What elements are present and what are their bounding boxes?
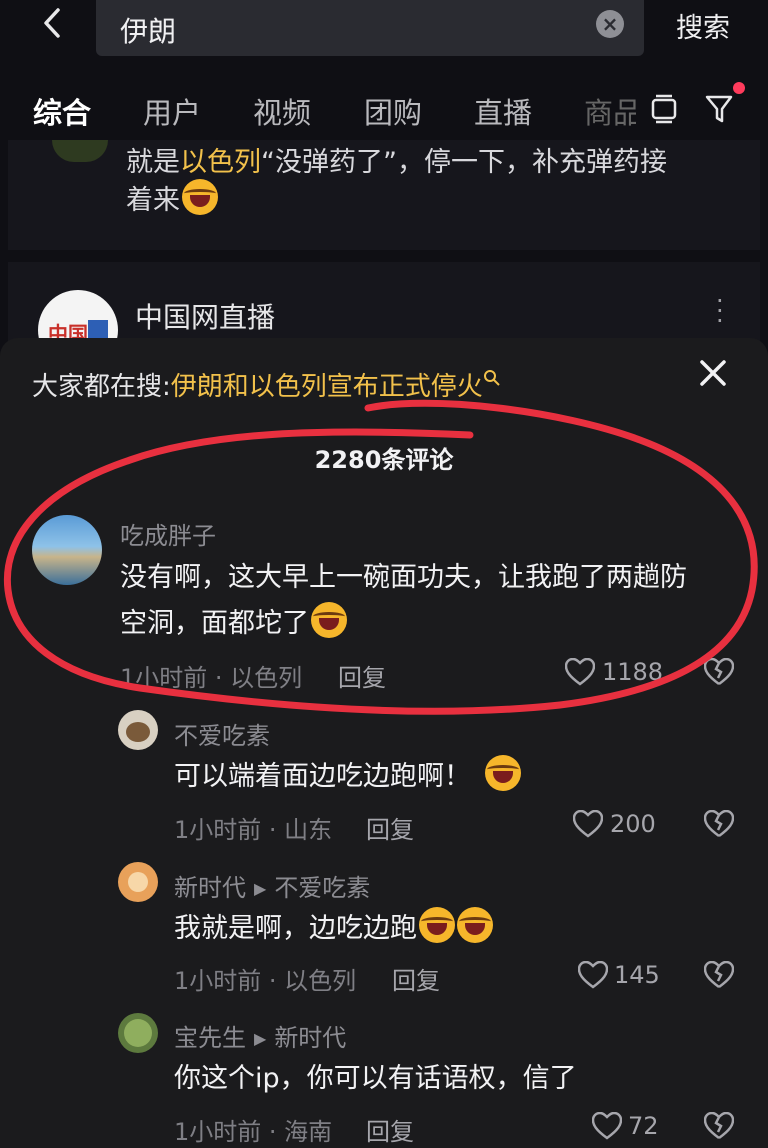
more-options-icon[interactable]: · · ·	[716, 289, 724, 333]
laughing-crying-emoji-icon	[485, 755, 521, 791]
reply-to-username[interactable]: 新时代	[274, 1024, 346, 1052]
comment-text: 你这个ip，你可以有话语权，信了	[174, 1063, 577, 1094]
user-avatar[interactable]	[118, 1013, 158, 1053]
comment-meta: 1小时前 · 以色列	[174, 967, 357, 995]
reply-button[interactable]: 回复	[392, 961, 440, 996]
feed-card[interactable]	[8, 262, 760, 342]
feed-post-text: 就是以色列“没弹药了”，停一下，补充弹药接	[126, 147, 667, 178]
like-count: 1188	[602, 658, 664, 686]
tab-products[interactable]: 商品	[584, 90, 636, 132]
comment-meta: 1小时前 · 山东	[174, 816, 333, 844]
comment-meta: 1小时前 · 以色列	[120, 664, 303, 692]
like-count: 145	[614, 961, 660, 989]
comment-count: 2280条评论	[314, 446, 454, 474]
filter-icon[interactable]	[704, 94, 736, 124]
like-count: 72	[628, 1112, 659, 1140]
reply-arrow-icon: ▶	[254, 1029, 267, 1048]
like-icon[interactable]	[592, 1112, 622, 1140]
close-icon[interactable]	[696, 356, 730, 390]
dislike-icon[interactable]	[704, 961, 734, 989]
search-button[interactable]: 搜索	[676, 6, 730, 45]
clear-icon[interactable]: ×	[596, 10, 624, 38]
laughing-crying-emoji-icon	[182, 179, 218, 215]
user-avatar[interactable]	[32, 515, 102, 585]
search-query: 伊朗	[120, 15, 177, 48]
comment-username[interactable]: 不爱吃素	[174, 716, 270, 751]
comment-text: 可以端着面边吃边跑啊！	[174, 754, 521, 800]
like-count: 200	[610, 810, 656, 838]
tab-live[interactable]: 直播	[474, 90, 532, 132]
laughing-crying-emoji-icon	[311, 602, 347, 638]
tab-users[interactable]: 用户	[143, 90, 201, 132]
trending-search[interactable]: 大家都在搜:伊朗和以色列宣布正式停火	[32, 366, 501, 403]
comment-username[interactable]: 吃成胖子	[120, 516, 216, 551]
comment-text: 没有啊，这大早上一碗面功夫，让我跑了两趟防 空洞，面都坨了	[120, 562, 687, 639]
comment-username[interactable]: 新时代 ▶ 不爱吃素	[174, 868, 370, 903]
layout-toggle-icon[interactable]	[650, 94, 678, 124]
reply-button[interactable]: 回复	[366, 1112, 414, 1147]
like-icon[interactable]	[578, 961, 608, 989]
notification-dot	[733, 82, 745, 94]
tab-all[interactable]: 综合	[33, 90, 91, 132]
avatar	[52, 140, 108, 162]
like-icon[interactable]	[573, 810, 603, 838]
dislike-icon[interactable]	[704, 810, 734, 838]
tab-videos[interactable]: 视频	[253, 90, 311, 132]
reply-button[interactable]: 回复	[338, 658, 386, 693]
account-name[interactable]: 中国网直播	[135, 296, 275, 336]
dislike-icon[interactable]	[704, 658, 734, 686]
back-arrow-icon[interactable]	[38, 8, 68, 38]
reply-button[interactable]: 回复	[366, 810, 414, 845]
user-avatar[interactable]	[118, 710, 158, 750]
reply-to-username[interactable]: 不爱吃素	[274, 874, 370, 902]
tab-group-buy[interactable]: 团购	[364, 90, 422, 132]
laughing-crying-emoji-icon	[457, 907, 493, 943]
reply-arrow-icon: ▶	[254, 879, 267, 898]
dislike-icon[interactable]	[704, 1112, 734, 1140]
search-input[interactable]: 伊朗 ×	[96, 0, 644, 56]
feed-post-text-line2: 着来	[126, 178, 218, 217]
tab-bar: 综合 用户 视频 团购 直播 商品	[0, 84, 768, 140]
laughing-crying-emoji-icon	[419, 907, 455, 943]
user-avatar[interactable]	[118, 862, 158, 902]
top-bar: 伊朗 × 搜索	[0, 0, 768, 60]
comment-meta: 1小时前 · 海南	[174, 1118, 333, 1146]
comment-username[interactable]: 宝先生 ▶ 新时代	[174, 1018, 346, 1053]
comment-text: 我就是啊，边吃边跑	[174, 906, 493, 952]
like-icon[interactable]	[565, 658, 595, 686]
search-icon	[483, 370, 500, 386]
